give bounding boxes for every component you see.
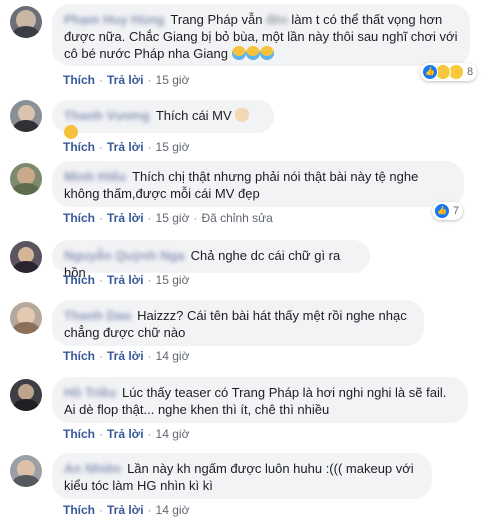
- relieved-face-icon: [64, 125, 78, 139]
- comment-actions: Thích · Trả lời · 15 giờ: [63, 273, 190, 287]
- like-link[interactable]: Thích: [63, 273, 95, 287]
- commenter-name[interactable]: Nguyễn Quỳnh Nga: [64, 248, 185, 263]
- avatar[interactable]: [10, 379, 42, 411]
- comment-bubble: Minh Hiếu Thích chị thật nhưng phải nói t…: [52, 161, 464, 207]
- crying-face-icon: [259, 46, 274, 60]
- reply-link[interactable]: Trả lời: [107, 503, 144, 517]
- like-link[interactable]: Thích: [63, 427, 95, 441]
- avatar[interactable]: [10, 302, 42, 334]
- edited-label[interactable]: Đã chỉnh sửa: [201, 211, 272, 225]
- like-link[interactable]: Thích: [63, 349, 95, 363]
- avatar[interactable]: [10, 100, 42, 132]
- reaction-summary[interactable]: 👍 7: [432, 202, 464, 220]
- comment-bubble: Hồ Triều Lúc thấy teaser có Trang Pháp là…: [52, 377, 468, 423]
- comment-bubble: Thanh Vương Thích cái MV: [52, 100, 274, 139]
- comment-actions: Thích · Trả lời · 14 giờ: [63, 427, 190, 441]
- reply-link[interactable]: Trả lời: [107, 427, 144, 441]
- reply-link[interactable]: Trả lời: [107, 273, 144, 287]
- like-link[interactable]: Thích: [63, 140, 95, 154]
- crying-face-icon: [231, 46, 246, 60]
- like-reaction-icon: 👍: [422, 64, 438, 80]
- timestamp[interactable]: 15 giờ: [156, 273, 190, 287]
- reply-link[interactable]: Trả lời: [107, 140, 144, 154]
- commenter-name[interactable]: Hồ Triều: [64, 385, 116, 400]
- commenter-name[interactable]: Thanh Vương: [64, 108, 150, 123]
- commenter-name[interactable]: An Nhiên: [64, 461, 121, 476]
- commenter-name[interactable]: Minh Hiếu: [64, 169, 126, 184]
- crying-face-icon: [245, 46, 260, 60]
- reaction-summary[interactable]: 👍 8: [420, 63, 478, 81]
- comment-bubble: Nguyễn Quỳnh Nga Chả nghe dc cái chữ gì r…: [52, 240, 370, 280]
- reaction-count: 8: [467, 66, 474, 78]
- comment-text: Lúc thấy teaser có Trang Pháp là hơi ngh…: [64, 385, 447, 417]
- reply-link[interactable]: Trả lời: [107, 349, 144, 363]
- comment-actions: Thích · Trả lời · 15 giờ · Đã chỉnh sửa: [63, 211, 273, 225]
- reaction-count: 7: [453, 205, 460, 217]
- like-reaction-icon: 👍: [434, 203, 450, 219]
- reply-link[interactable]: Trả lời: [107, 73, 144, 87]
- comment-bubble: Thanh Dao Haizzz? Cái tên bài hát thấy mệ…: [52, 300, 424, 346]
- like-link[interactable]: Thích: [63, 73, 95, 87]
- timestamp[interactable]: 14 giờ: [156, 349, 190, 363]
- timestamp[interactable]: 14 giờ: [156, 427, 190, 441]
- comment-actions: Thích · Trả lời · 15 giờ: [63, 140, 190, 154]
- like-link[interactable]: Thích: [63, 211, 95, 225]
- comment-text: Trang Pháp vẫn: [170, 12, 267, 27]
- commenter-name[interactable]: Thanh Dao: [64, 308, 131, 323]
- avatar[interactable]: [10, 241, 42, 273]
- comment-bubble: Phạm Huy Hùng Trang Pháp vẫn đéo làm t có…: [52, 4, 470, 66]
- comment-actions: Thích · Trả lời · 15 giờ: [63, 73, 190, 87]
- timestamp[interactable]: 15 giờ: [156, 73, 190, 87]
- censored-word: đéo: [266, 12, 288, 27]
- comment-text: Thích cái MV: [155, 108, 232, 123]
- timestamp[interactable]: 15 giờ: [156, 211, 190, 225]
- reply-link[interactable]: Trả lời: [107, 211, 144, 225]
- timestamp[interactable]: 14 giờ: [156, 503, 190, 517]
- ok-hand-icon: [235, 108, 250, 122]
- like-link[interactable]: Thích: [63, 503, 95, 517]
- comment-actions: Thích · Trả lời · 14 giờ: [63, 503, 190, 517]
- avatar[interactable]: [10, 6, 42, 38]
- comment-actions: Thích · Trả lời · 14 giờ: [63, 349, 190, 363]
- comment-bubble: An Nhiên Lần này kh ngấm được luôn huhu :…: [52, 453, 432, 499]
- avatar[interactable]: [10, 163, 42, 195]
- commenter-name[interactable]: Phạm Huy Hùng: [64, 12, 164, 27]
- avatar[interactable]: [10, 455, 42, 487]
- timestamp[interactable]: 15 giờ: [156, 140, 190, 154]
